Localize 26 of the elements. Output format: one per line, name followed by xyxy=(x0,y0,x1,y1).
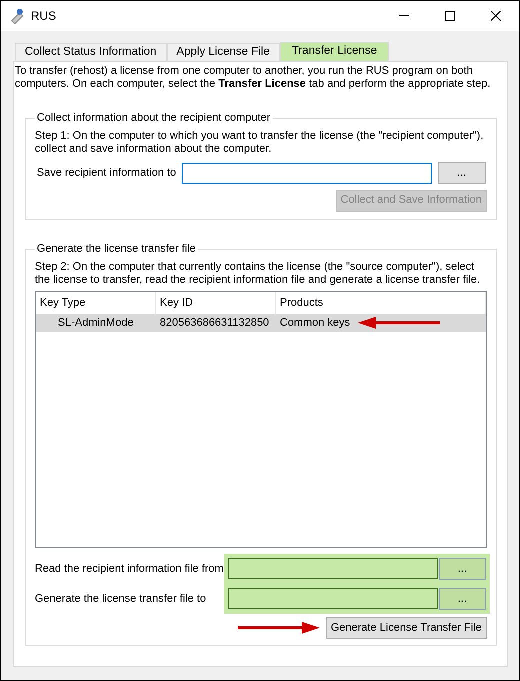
group-title: Generate the license transfer file xyxy=(36,242,197,256)
maximize-icon xyxy=(445,11,455,21)
intro-text: To transfer (rehost) a license from one computer to another, you run the RUS program on both computers. On each computer, select the Transfer License tab and perform the appropriate step. xyxy=(15,65,492,91)
field-label: Read the recipient information file from xyxy=(35,562,224,577)
step-text: Step 2: On the computer that currently contains the license (the "source computer"), select the license to transfer, read the recipient information file and generate a license transfer file. xyxy=(35,261,482,287)
group-title: Collect information about the recipient computer xyxy=(36,111,272,125)
list-cell-text: Common keys xyxy=(280,316,350,331)
window-title: RUS xyxy=(31,8,56,25)
tab[interactable]: Transfer License xyxy=(280,42,390,61)
list-cell: 820563686631132850 xyxy=(160,317,270,329)
step-text: Step 1: On the computer to which you want to transfer the license (the "recipient computer"), collect and save information about the computer. xyxy=(35,130,485,156)
file-path-field[interactable] xyxy=(228,558,438,579)
generate-button[interactable]: Generate License Transfer File xyxy=(326,616,487,639)
tab[interactable]: Collect Status Information xyxy=(15,43,167,61)
browse-button[interactable]: ... xyxy=(438,162,486,184)
list-cell: SL-AdminMode xyxy=(58,317,134,329)
browse-button[interactable]: ... xyxy=(438,558,486,580)
save-path-field[interactable] xyxy=(182,162,432,184)
close-icon xyxy=(491,11,501,21)
file-path-field[interactable] xyxy=(228,588,438,609)
app-icon xyxy=(9,8,25,24)
list-row[interactable]: SL-AdminMode 820563686631132850 Common keys xyxy=(36,314,486,332)
field-label: Save recipient information to xyxy=(37,166,176,181)
tab[interactable]: Apply License File xyxy=(166,43,280,61)
browse-button[interactable]: ... xyxy=(438,588,486,610)
field-label: Generate the license transfer file to xyxy=(35,592,208,607)
